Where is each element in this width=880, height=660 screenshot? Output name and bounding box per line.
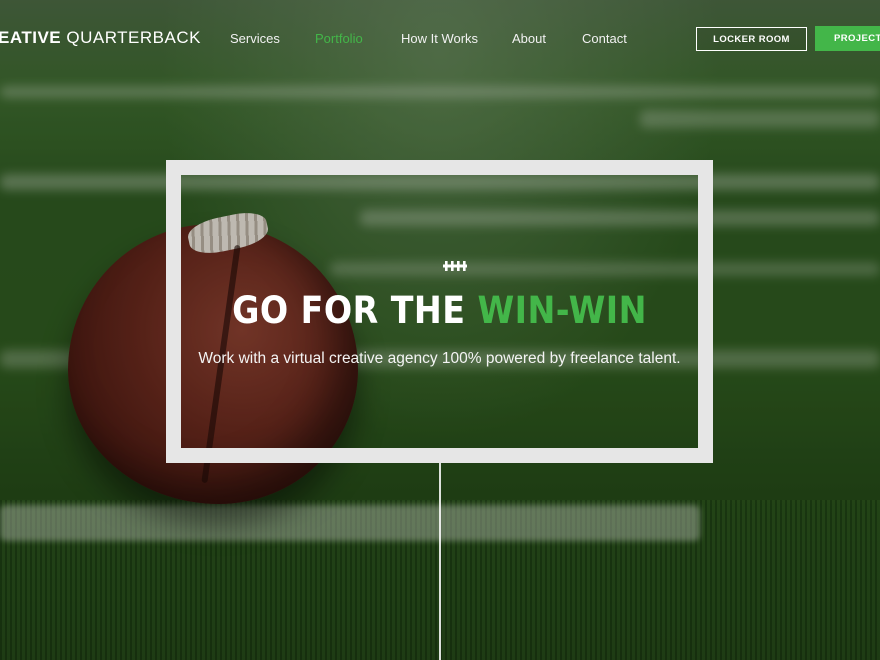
nav-item-services[interactable]: Services [230, 31, 280, 46]
hero-subline: Work with a virtual creative agency 100%… [198, 350, 681, 367]
center-divider-line [439, 462, 441, 660]
nav-item-portfolio[interactable]: Portfolio [315, 31, 363, 46]
logo-light-text: QUARTERBACK [61, 28, 201, 47]
headline-main: GO FOR THE [232, 289, 478, 332]
top-navigation: EATIVE QUARTERBACK Services Portfolio Ho… [0, 0, 880, 76]
hero-content: GO FOR THE WIN-WIN Work with a virtual c… [181, 175, 698, 448]
football-laces-icon [443, 261, 467, 271]
hero-headline: GO FOR THE WIN-WIN [207, 289, 672, 332]
nav-item-how-it-works[interactable]: How It Works [401, 31, 478, 46]
project-button[interactable]: PROJECT [815, 26, 880, 51]
site-logo[interactable]: EATIVE QUARTERBACK [0, 28, 201, 48]
headline-accent: WIN-WIN [477, 289, 647, 332]
nav-item-contact[interactable]: Contact [582, 31, 627, 46]
hero-frame: GO FOR THE WIN-WIN Work with a virtual c… [166, 160, 713, 463]
logo-bold-text: EATIVE [0, 28, 62, 47]
nav-item-about[interactable]: About [512, 31, 546, 46]
locker-room-button[interactable]: LOCKER ROOM [696, 27, 807, 51]
